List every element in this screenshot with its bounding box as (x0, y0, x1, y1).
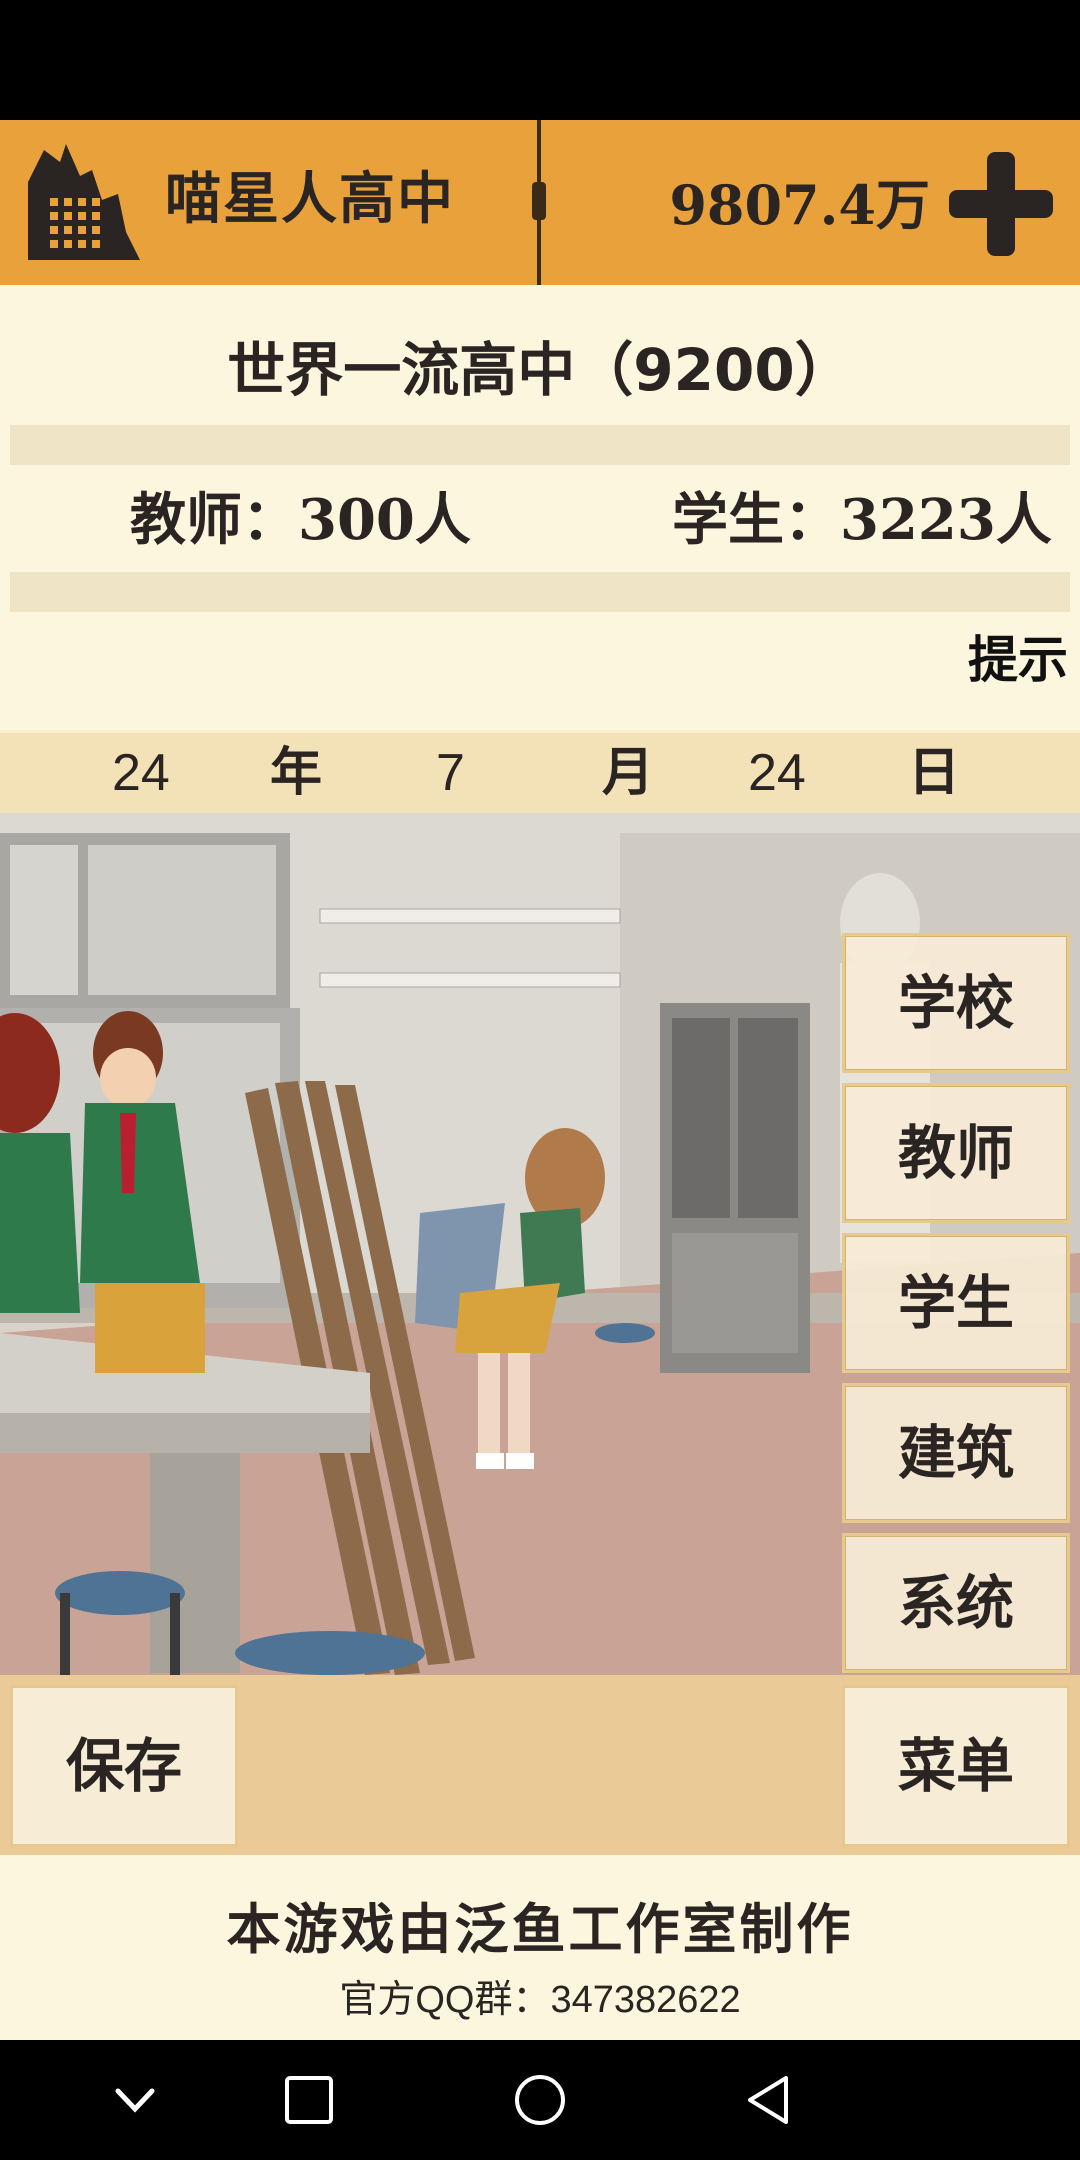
date-month: 7 (436, 744, 465, 802)
menu-buildings-button[interactable]: 建筑 (842, 1383, 1070, 1523)
credits-panel: 本游戏由泛鱼工作室制作 官方QQ群：347382622 (0, 1855, 1080, 2040)
classroom-scene: 学校 教师 学生 建筑 系统 (0, 813, 1080, 1675)
divider-stripe (10, 425, 1070, 465)
date-day: 24 (748, 744, 806, 802)
factory-icon (28, 144, 140, 260)
back-icon[interactable] (742, 2073, 796, 2127)
chevron-down-icon[interactable] (110, 2075, 160, 2125)
menu-button[interactable]: 菜单 (842, 1685, 1070, 1847)
money-display: 9807.4万 (669, 173, 930, 237)
month-label: 月 (602, 743, 655, 803)
studio-credit: 本游戏由泛鱼工作室制作 (226, 1898, 854, 1961)
school-name: 喵星人高中 (165, 167, 455, 232)
date-year: 24 (112, 744, 170, 802)
add-money-button[interactable] (945, 148, 1057, 260)
qq-group: 官方QQ群：347382622 (339, 1979, 741, 2021)
divider-stripe (10, 572, 1070, 612)
students-value: 3223人 (840, 487, 1052, 553)
save-button[interactable]: 保存 (10, 1685, 238, 1847)
school-info-panel: 世界一流高中（9200） 教师：300人 学生：3223人 提示 (0, 285, 1080, 730)
teachers-value: 300人 (298, 487, 471, 553)
student-count: 学生：3223人 (672, 480, 1052, 560)
menu-school-button[interactable]: 学校 (842, 933, 1070, 1073)
system-nav-bar (0, 2040, 1080, 2160)
recent-apps-icon[interactable] (282, 2073, 336, 2127)
students-label: 学生： (672, 488, 840, 553)
menu-teachers-button[interactable]: 教师 (842, 1083, 1070, 1223)
school-rank: 世界一流高中（9200） (227, 336, 853, 404)
hint-button[interactable]: 提示 (968, 625, 1068, 695)
day-label: 日 (908, 743, 961, 803)
teacher-count: 教师：300人 (130, 480, 471, 560)
menu-students-button[interactable]: 学生 (842, 1233, 1070, 1373)
date-bar: 24 年 7 月 24 日 (0, 730, 1080, 816)
action-bar: 保存 菜单 (0, 1675, 1080, 1855)
status-bar (0, 0, 1080, 120)
top-header: 喵星人高中 9807.4万 (0, 120, 1080, 287)
menu-system-button[interactable]: 系统 (842, 1533, 1070, 1673)
header-divider-knob (532, 182, 546, 220)
teachers-label: 教师： (130, 488, 298, 553)
home-icon[interactable] (512, 2072, 568, 2128)
year-label: 年 (270, 743, 323, 803)
